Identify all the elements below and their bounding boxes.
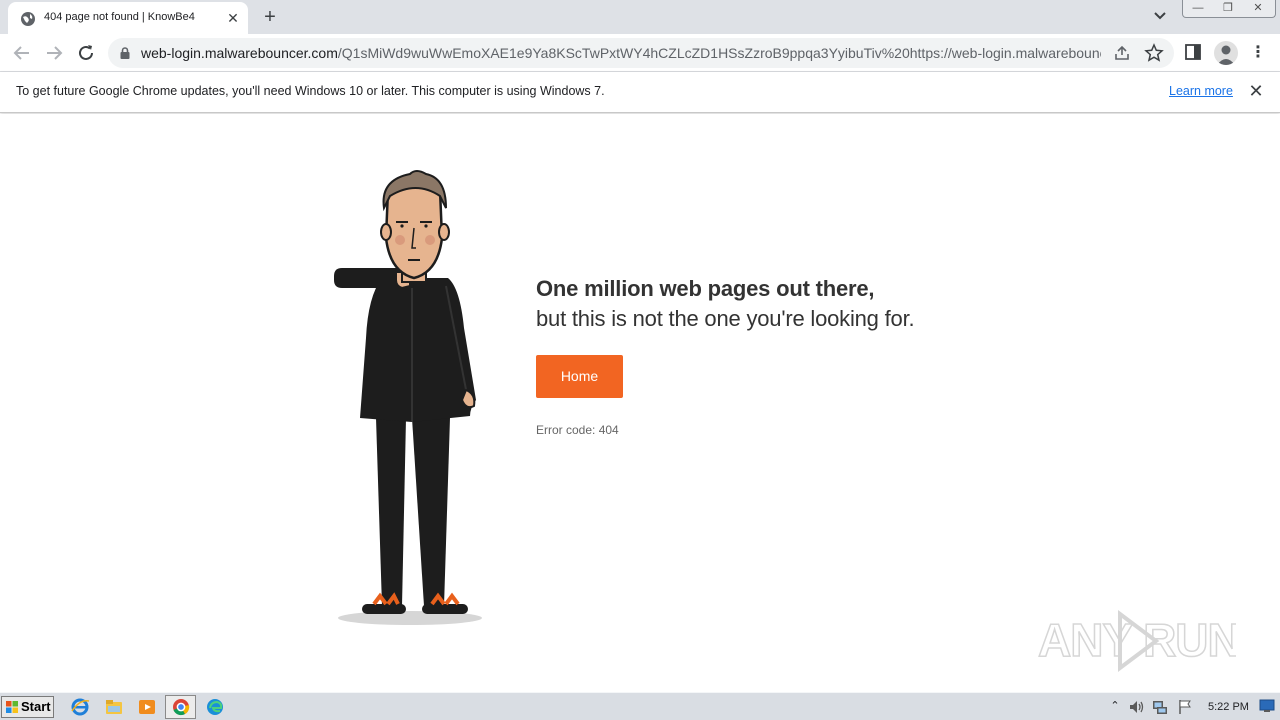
media-player-icon[interactable]: [137, 697, 157, 717]
speaker-icon[interactable]: [1127, 698, 1145, 716]
lock-icon[interactable]: [118, 46, 132, 60]
minimize-button[interactable]: —: [1183, 0, 1213, 17]
globe-icon: [21, 12, 35, 26]
edge-icon[interactable]: [205, 697, 225, 717]
restore-button[interactable]: ❐: [1213, 0, 1243, 17]
chevron-down-icon[interactable]: [1150, 8, 1170, 24]
windows-taskbar: Start ⌃ 5:22 PM: [0, 692, 1280, 720]
show-desktop-icon[interactable]: [1259, 699, 1275, 713]
back-arrow-icon[interactable]: [11, 42, 33, 64]
close-window-button[interactable]: ✕: [1243, 0, 1273, 17]
headline-secondary: but this is not the one you're looking f…: [536, 306, 915, 331]
infobar-message: To get future Google Chrome updates, you…: [16, 84, 605, 98]
page-content: One million web pages out there, but thi…: [0, 114, 1280, 692]
infobar-close-icon[interactable]: ✕: [1246, 81, 1266, 101]
profile-icon[interactable]: [1214, 41, 1238, 65]
chrome-taskbar-button[interactable]: [165, 695, 196, 719]
menu-icon[interactable]: ⋮: [1250, 43, 1266, 63]
flag-icon[interactable]: [1176, 698, 1194, 716]
new-tab-button[interactable]: +: [258, 6, 282, 28]
watermark-text: ANY RUN: [1038, 614, 1236, 666]
side-panel-icon[interactable]: [1184, 43, 1202, 61]
explorer-icon[interactable]: [104, 697, 124, 717]
tab-close-icon[interactable]: ✕: [224, 9, 242, 27]
error-code: Error code: 404: [536, 423, 619, 437]
browser-toolbar: web-login.malwarebouncer.com/Q1sMiWd9wuW…: [0, 34, 1280, 72]
taskbar-clock[interactable]: 5:22 PM: [1208, 701, 1249, 713]
home-button[interactable]: Home: [536, 355, 623, 398]
tray-expand-icon[interactable]: ⌃: [1108, 699, 1122, 713]
man-pointing-illustration: [334, 170, 482, 625]
update-infobar: To get future Google Chrome updates, you…: [0, 72, 1280, 113]
share-icon[interactable]: [1113, 44, 1131, 62]
url-host: web-login.malwarebouncer.com: [141, 45, 338, 61]
tab-strip: 404 page not found | KnowBe4 ✕ + — ❐ ✕: [0, 0, 1280, 34]
anyrun-watermark: ANY RUN: [1037, 610, 1236, 672]
start-button[interactable]: Start: [1, 696, 54, 718]
forward-arrow-icon[interactable]: [43, 42, 65, 64]
windows-start-icon: [6, 701, 18, 713]
ie-icon[interactable]: [70, 697, 90, 717]
headline-primary: One million web pages out there,: [536, 276, 875, 301]
browser-tab[interactable]: 404 page not found | KnowBe4 ✕: [8, 2, 248, 34]
address-bar[interactable]: web-login.malwarebouncer.com/Q1sMiWd9wuW…: [108, 38, 1174, 68]
window-controls: — ❐ ✕: [1182, 0, 1276, 18]
start-label: Start: [21, 699, 51, 714]
chrome-icon: [173, 699, 190, 716]
star-icon[interactable]: [1144, 43, 1164, 63]
url-path: /Q1sMiWd9wuWwEmoXAE1e9Ya8KScTwPxtWY4hCZL…: [337, 45, 1101, 61]
learn-more-link[interactable]: Learn more: [1169, 84, 1233, 98]
reload-icon[interactable]: [75, 42, 97, 64]
network-icon[interactable]: [1151, 698, 1169, 716]
url-text[interactable]: web-login.malwarebouncer.com/Q1sMiWd9wuW…: [141, 45, 1101, 61]
tab-title: 404 page not found | KnowBe4: [44, 11, 195, 23]
